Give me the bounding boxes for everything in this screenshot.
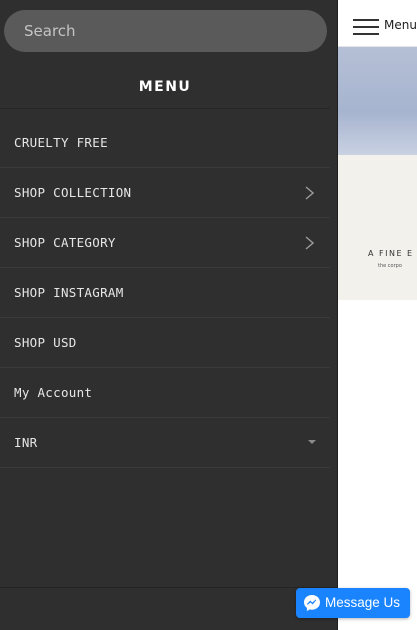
app-root: MENU CRUELTY FREE SHOP COLLECTION SHOP C…: [0, 0, 417, 630]
menu-toggle-label[interactable]: Menu: [384, 18, 417, 32]
currency-selector[interactable]: INR: [0, 418, 330, 468]
hamburger-icon[interactable]: [353, 19, 379, 37]
menu-item-label: SHOP USD: [14, 335, 77, 350]
messenger-icon: [304, 595, 320, 611]
menu-item-shop-usd[interactable]: SHOP USD: [0, 318, 330, 368]
sidebar-footer-divider: [0, 587, 337, 588]
menu-item-shop-category[interactable]: SHOP CATEGORY: [0, 218, 330, 268]
page-content: Menu A FINE E the corpo: [337, 0, 417, 630]
menu-list: CRUELTY FREE SHOP COLLECTION SHOP CATEGO…: [0, 118, 330, 468]
menu-item-label: CRUELTY FREE: [14, 135, 108, 150]
hero-image: [338, 47, 417, 155]
chevron-right-icon: [305, 186, 314, 200]
chevron-right-icon: [305, 236, 314, 250]
menu-item-label: SHOP COLLECTION: [14, 185, 132, 200]
menu-item-my-account[interactable]: My Account: [0, 368, 330, 418]
currency-label: INR: [14, 435, 38, 450]
menu-item-label: SHOP CATEGORY: [14, 235, 116, 250]
search-input[interactable]: [4, 10, 327, 52]
hero-banner: [338, 155, 417, 300]
menu-item-label: My Account: [14, 385, 93, 400]
message-us-button[interactable]: Message Us: [296, 588, 410, 618]
search-box: [4, 10, 327, 52]
menu-item-shop-instagram[interactable]: SHOP INSTAGRAM: [0, 268, 330, 318]
message-us-label: Message Us: [325, 595, 401, 610]
hero-subheading: the corpo: [378, 263, 402, 269]
top-bar: Menu: [338, 4, 417, 47]
menu-item-label: SHOP INSTAGRAM: [14, 285, 124, 300]
sidebar-drawer: MENU CRUELTY FREE SHOP COLLECTION SHOP C…: [0, 0, 337, 630]
hero-heading: A FINE E: [368, 249, 414, 258]
caret-down-icon: [308, 440, 316, 444]
menu-item-shop-collection[interactable]: SHOP COLLECTION: [0, 168, 330, 218]
menu-item-cruelty-free[interactable]: CRUELTY FREE: [0, 118, 330, 168]
menu-title: MENU: [0, 66, 330, 109]
